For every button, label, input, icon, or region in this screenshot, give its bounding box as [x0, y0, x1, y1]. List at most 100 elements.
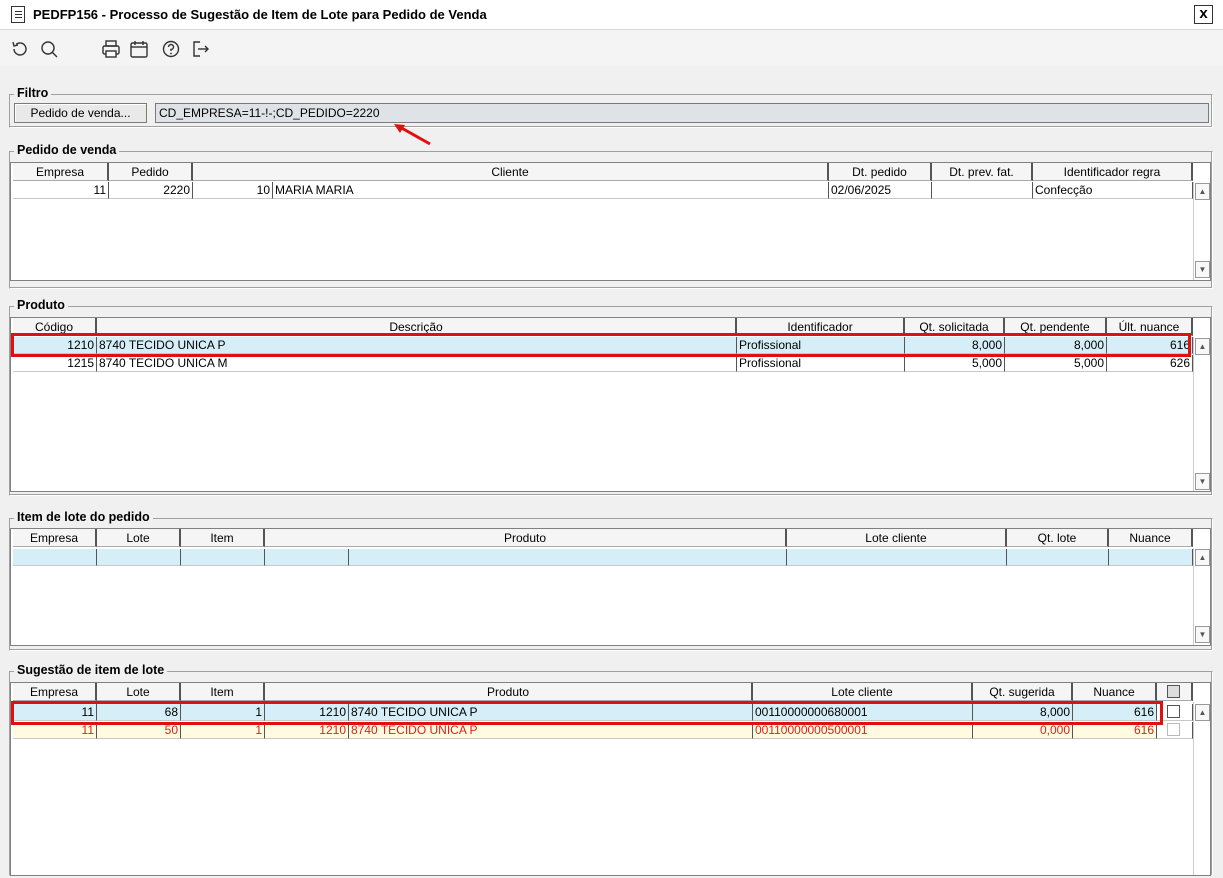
item-lote-legend: Item de lote do pedido [14, 510, 153, 524]
col-qt-sugerida[interactable]: Qt. sugerida [973, 683, 1073, 701]
cell-lote [97, 549, 181, 566]
cell-codigo: 1210 [13, 337, 97, 354]
cell-identificador: Profissional [737, 337, 905, 354]
cell-dt-pedido: 02/06/2025 [829, 182, 932, 199]
col-nuance[interactable]: Nuance [1073, 683, 1157, 701]
cell-qt-solicitada: 8,000 [905, 337, 1005, 354]
col-ult-nuance[interactable]: Últ. nuance [1107, 318, 1193, 336]
calendar-icon[interactable] [128, 38, 150, 60]
col-empresa[interactable]: Empresa [13, 683, 97, 701]
item-lote-scrollbar[interactable]: ▲ ▼ [1193, 548, 1210, 645]
col-produto[interactable]: Produto [265, 683, 753, 701]
col-cliente[interactable]: Cliente [193, 163, 829, 181]
cell-qt-sugerida: 0,000 [973, 722, 1073, 739]
col-pedido[interactable]: Pedido [109, 163, 193, 181]
produto-grid: Código Descrição Identificador Qt. solic… [10, 317, 1211, 492]
cell-item: 1 [181, 722, 265, 739]
scroll-down-icon[interactable]: ▼ [1195, 473, 1210, 490]
pedido-legend: Pedido de venda [14, 143, 120, 157]
col-nuance[interactable]: Nuance [1109, 529, 1193, 547]
scroll-up-icon[interactable]: ▲ [1195, 183, 1210, 200]
row-checkbox[interactable] [1167, 705, 1180, 718]
cell-ult-nuance: 626 [1107, 355, 1193, 372]
cell-descricao: 8740 TECIDO UNICA P [97, 337, 737, 354]
sugestao-legend: Sugestão de item de lote [14, 663, 168, 677]
scroll-down-icon[interactable]: ▼ [1195, 261, 1210, 278]
col-empresa[interactable]: Empresa [13, 163, 109, 181]
cell-codigo: 1215 [13, 355, 97, 372]
col-lote-cliente[interactable]: Lote cliente [753, 683, 973, 701]
pedido-venda-button[interactable]: Pedido de venda... [14, 103, 147, 123]
cell-lote: 50 [97, 722, 181, 739]
pedido-grid: Empresa Pedido Cliente Dt. pedido Dt. pr… [10, 162, 1211, 281]
cell-pedido: 2220 [109, 182, 193, 199]
close-button[interactable]: x [1194, 5, 1213, 24]
cell-qt-sugerida: 8,000 [973, 704, 1073, 721]
cell-empresa: 11 [13, 722, 97, 739]
select-all-checkbox[interactable] [1167, 685, 1180, 698]
sugestao-grid: Empresa Lote Item Produto Lote cliente Q… [10, 682, 1211, 876]
col-dt-prev-fat[interactable]: Dt. prev. fat. [932, 163, 1033, 181]
cell-nuance: 616 [1073, 722, 1157, 739]
cell-nuance [1109, 549, 1193, 566]
cell-cliente-nome: MARIA MARIA [273, 182, 829, 199]
col-codigo[interactable]: Código [13, 318, 97, 336]
cell-descricao: 8740 TECIDO UNICA M [97, 355, 737, 372]
print-icon[interactable] [100, 38, 122, 60]
cell-produto-desc: 8740 TECIDO UNICA P [349, 722, 753, 739]
col-identificador[interactable]: Identificador [737, 318, 905, 336]
cell-lote: 68 [97, 704, 181, 721]
col-produto[interactable]: Produto [265, 529, 787, 547]
col-item[interactable]: Item [181, 683, 265, 701]
produto-legend: Produto [14, 298, 68, 312]
cell-produto-codigo [265, 549, 349, 566]
col-empresa[interactable]: Empresa [13, 529, 97, 547]
filter-value-field: CD_EMPRESA=11-!-;CD_PEDIDO=2220 [155, 103, 1209, 123]
col-qt-solicitada[interactable]: Qt. solicitada [905, 318, 1005, 336]
col-select-all[interactable] [1157, 683, 1193, 701]
col-qt-pendente[interactable]: Qt. pendente [1005, 318, 1107, 336]
cell-lote-cliente [787, 549, 1007, 566]
cell-produto-desc: 8740 TECIDO UNICA P [349, 704, 753, 721]
col-descricao[interactable]: Descrição [97, 318, 737, 336]
item-lote-grid: Empresa Lote Item Produto Lote cliente Q… [10, 528, 1211, 646]
col-identificador-regra[interactable]: Identificador regra [1033, 163, 1193, 181]
search-icon[interactable] [38, 38, 60, 60]
pedido-scrollbar[interactable]: ▲ ▼ [1193, 182, 1210, 280]
cell-item [181, 549, 265, 566]
cell-ult-nuance: 616 [1107, 337, 1193, 354]
cell-item: 1 [181, 704, 265, 721]
document-icon [11, 6, 25, 23]
help-icon[interactable] [160, 38, 182, 60]
cell-qt-lote [1007, 549, 1109, 566]
col-lote-cliente[interactable]: Lote cliente [787, 529, 1007, 547]
produto-scrollbar[interactable]: ▲ ▼ [1193, 337, 1210, 491]
scroll-up-icon[interactable]: ▲ [1195, 549, 1210, 566]
scroll-down-icon[interactable]: ▼ [1195, 626, 1210, 643]
cell-select [1157, 704, 1193, 721]
cell-identificador: Profissional [737, 355, 905, 372]
cell-select [1157, 722, 1193, 739]
cell-qt-pendente: 5,000 [1005, 355, 1107, 372]
col-dt-pedido[interactable]: Dt. pedido [829, 163, 932, 181]
row-checkbox[interactable] [1167, 723, 1180, 736]
refresh-icon[interactable] [9, 38, 31, 60]
scroll-up-icon[interactable]: ▲ [1195, 704, 1210, 721]
cell-qt-pendente: 8,000 [1005, 337, 1107, 354]
toolbar [0, 30, 1223, 66]
cell-empresa: 11 [13, 704, 97, 721]
cell-produto-desc [349, 549, 787, 566]
window-title: PEDFP156 - Processo de Sugestão de Item … [33, 7, 487, 22]
col-lote[interactable]: Lote [97, 529, 181, 547]
exit-icon[interactable] [190, 38, 212, 60]
cell-cliente-codigo: 10 [193, 182, 273, 199]
col-lote[interactable]: Lote [97, 683, 181, 701]
cell-lote-cliente: 00110000000500001 [753, 722, 973, 739]
sugestao-scrollbar[interactable]: ▲ [1193, 702, 1210, 875]
col-item[interactable]: Item [181, 529, 265, 547]
col-qt-lote[interactable]: Qt. lote [1007, 529, 1109, 547]
cell-identificador-regra: Confecção [1033, 182, 1193, 199]
filter-legend: Filtro [14, 86, 52, 100]
cell-produto-codigo: 1210 [265, 704, 349, 721]
scroll-up-icon[interactable]: ▲ [1195, 338, 1210, 355]
